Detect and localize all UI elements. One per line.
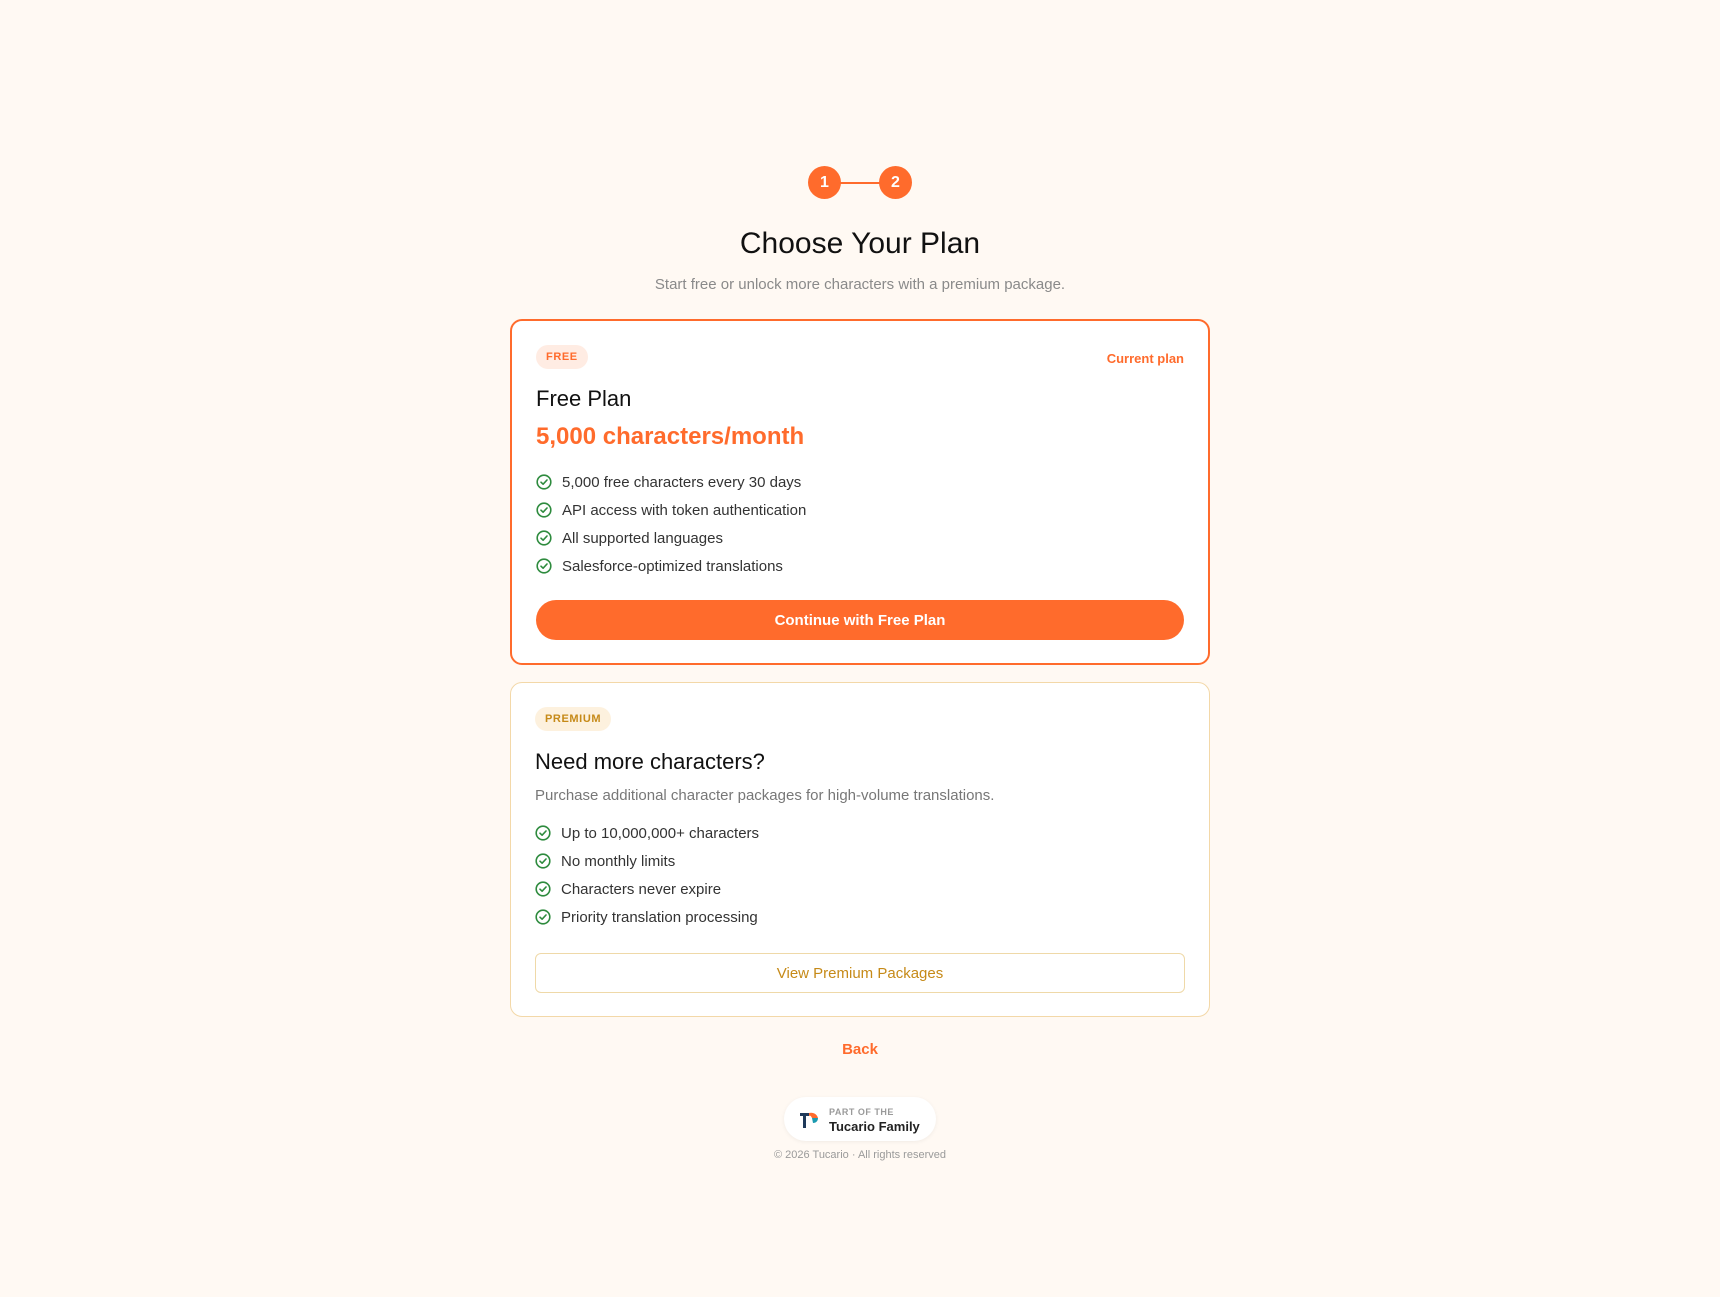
feature-item: No monthly limits (535, 847, 759, 875)
family-small-label: PART OF THE (829, 1107, 894, 1117)
check-circle-icon (535, 825, 551, 841)
feature-item: Up to 10,000,000+ characters (535, 819, 759, 847)
check-circle-icon (535, 909, 551, 925)
check-circle-icon (536, 502, 552, 518)
free-plan-card: FREE Current plan Free Plan 5,000 charac… (510, 319, 1210, 665)
back-link[interactable]: Back (510, 1041, 1210, 1058)
feature-item: Priority translation processing (535, 903, 759, 931)
free-plan-features: 5,000 free characters every 30 days API … (536, 468, 806, 580)
premium-badge: PREMIUM (535, 707, 612, 731)
feature-label: No monthly limits (561, 852, 676, 870)
tucario-logo-icon (800, 1112, 818, 1128)
feature-label: API access with token authentication (562, 501, 807, 519)
check-circle-icon (535, 881, 551, 897)
feature-label: All supported languages (562, 529, 723, 547)
free-plan-price: 5,000 characters/month (536, 423, 805, 450)
feature-label: Priority translation processing (561, 908, 758, 926)
feature-label: Salesforce-optimized translations (562, 557, 783, 575)
feature-label: Characters never expire (561, 880, 722, 898)
premium-plan-title: Need more characters? (535, 749, 765, 774)
check-circle-icon (535, 853, 551, 869)
step-2: 2 (879, 166, 912, 199)
free-badge: FREE (536, 345, 588, 369)
copyright-text: © 2026 Tucario · All rights reserved (774, 1149, 946, 1161)
feature-item: Salesforce-optimized translations (536, 552, 806, 580)
feature-item: 5,000 free characters every 30 days (536, 468, 806, 496)
feature-item: API access with token authentication (536, 496, 806, 524)
premium-plan-features: Up to 10,000,000+ characters No monthly … (535, 819, 759, 931)
family-name-label: Tucario Family (829, 1119, 920, 1134)
feature-item: Characters never expire (535, 875, 759, 903)
check-circle-icon (536, 474, 552, 490)
stepper-connector (840, 182, 880, 184)
view-premium-packages-button[interactable]: View Premium Packages (535, 953, 1185, 993)
step-1: 1 (808, 166, 841, 199)
check-circle-icon (536, 558, 552, 574)
feature-label: Up to 10,000,000+ characters (561, 824, 760, 842)
page-title: Choose Your Plan (739, 227, 981, 260)
check-circle-icon (536, 530, 552, 546)
stepper: 1 2 (808, 166, 912, 200)
free-plan-title: Free Plan (536, 386, 632, 411)
continue-free-plan-button[interactable]: Continue with Free Plan (536, 600, 1184, 640)
feature-item: All supported languages (536, 524, 806, 552)
feature-label: 5,000 free characters every 30 days (562, 473, 802, 491)
current-plan-label: Current plan (1106, 351, 1184, 366)
premium-plan-card: PREMIUM Need more characters? Purchase a… (510, 682, 1210, 1017)
tucario-family-badge[interactable]: PART OF THE Tucario Family (784, 1097, 936, 1141)
premium-plan-description: Purchase additional character packages f… (535, 787, 995, 804)
page-subtitle: Start free or unlock more characters wit… (654, 276, 1066, 293)
